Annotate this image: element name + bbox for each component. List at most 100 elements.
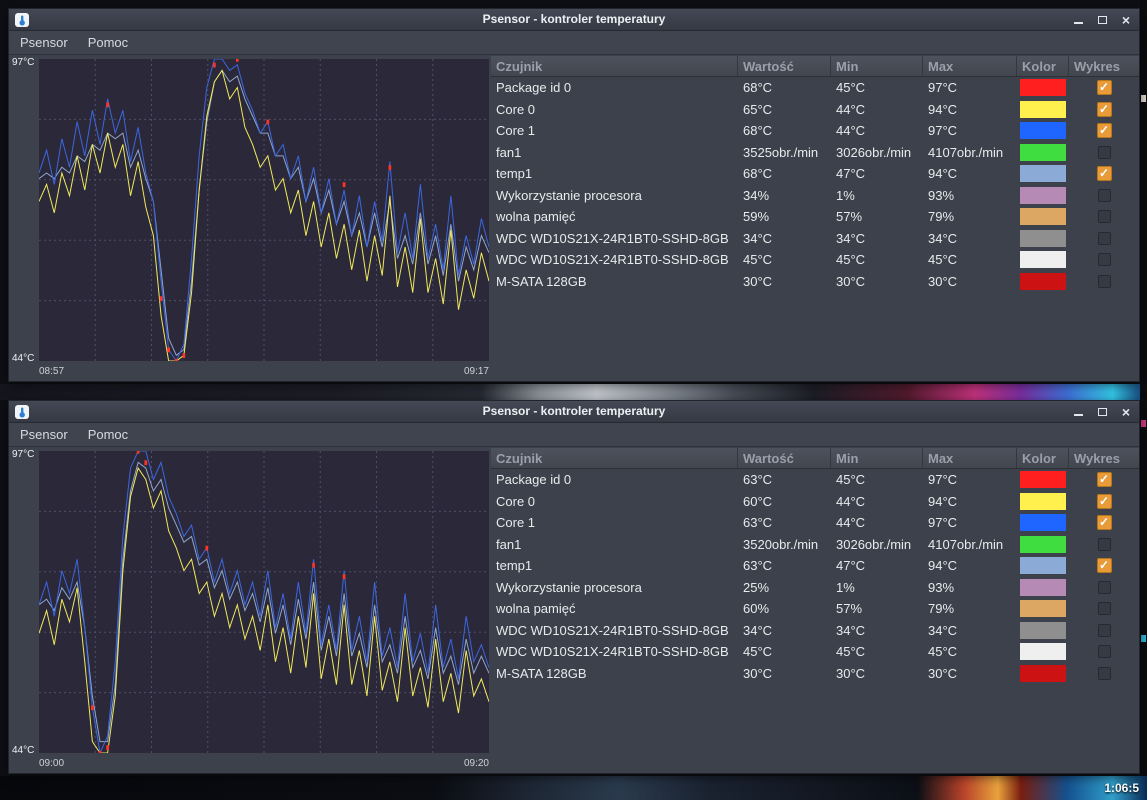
sensor-value: 60°C: [743, 493, 773, 509]
color-swatch[interactable]: [1020, 79, 1066, 97]
sensor-value: 34%: [743, 187, 770, 203]
header-max[interactable]: Max: [923, 56, 1017, 76]
header-czujnik[interactable]: Czujnik: [491, 448, 738, 468]
header-czujnik[interactable]: Czujnik: [491, 56, 738, 76]
sensor-row[interactable]: M-SATA 128GB 30°C 30°C 30°C: [491, 663, 1139, 685]
sensor-row[interactable]: Package id 0 63°C 45°C 97°C ✓: [491, 469, 1139, 491]
sensor-row[interactable]: WDC WD10S21X-24R1BT0-SSHD-8GB 34°C 34°C …: [491, 228, 1139, 250]
minimize-icon: [1073, 21, 1083, 24]
color-swatch[interactable]: [1020, 251, 1066, 269]
minimize-icon: [1073, 413, 1083, 416]
sensor-value: 63°C: [743, 515, 773, 531]
color-swatch[interactable]: [1020, 471, 1066, 489]
sensor-row[interactable]: WDC WD10S21X-24R1BT0-SSHD-8GB 34°C 34°C …: [491, 620, 1139, 642]
maximize-icon: [1097, 407, 1107, 416]
sensor-row[interactable]: Core 1 68°C 44°C 97°C ✓: [491, 120, 1139, 142]
sensor-min: 34°C: [836, 622, 866, 638]
color-swatch[interactable]: [1020, 664, 1066, 682]
menu-psensor[interactable]: Psensor: [20, 35, 68, 50]
sensor-row[interactable]: wolna pamięć 60% 57% 79%: [491, 598, 1139, 620]
sensor-row[interactable]: temp1 63°C 47°C 94°C ✓: [491, 555, 1139, 577]
header-min[interactable]: Min: [831, 448, 923, 468]
close-button[interactable]: ×: [1122, 13, 1130, 27]
color-swatch[interactable]: [1020, 643, 1066, 661]
chart-checkbox[interactable]: [1097, 537, 1111, 551]
sensor-row[interactable]: Package id 0 68°C 45°C 97°C ✓: [491, 77, 1139, 99]
header-kolor[interactable]: Kolor: [1017, 448, 1069, 468]
chart-checkbox[interactable]: ✓: [1096, 493, 1112, 509]
chart-checkbox[interactable]: ✓: [1096, 123, 1112, 139]
color-swatch[interactable]: [1020, 208, 1066, 226]
sensor-row[interactable]: fan1 3525obr./min 3026obr./min 4107obr./…: [491, 142, 1139, 164]
sensor-row[interactable]: Wykorzystanie procesora 34% 1% 93%: [491, 185, 1139, 207]
header-wykres[interactable]: Wykres: [1069, 448, 1139, 468]
sensor-value: 25%: [743, 579, 770, 595]
header-wykres[interactable]: Wykres: [1069, 56, 1139, 76]
chart-checkbox[interactable]: [1097, 645, 1111, 659]
color-swatch[interactable]: [1020, 143, 1066, 161]
chart-checkbox[interactable]: [1097, 602, 1111, 616]
menu-pomoc[interactable]: Pomoc: [88, 35, 128, 50]
sensor-name: WDC WD10S21X-24R1BT0-SSHD-8GB: [496, 230, 729, 246]
maximize-button[interactable]: [1097, 15, 1107, 24]
chart-checkbox[interactable]: ✓: [1096, 80, 1112, 96]
sensor-row[interactable]: wolna pamięć 59% 57% 79%: [491, 206, 1139, 228]
sensor-min: 47°C: [836, 166, 866, 182]
chart-checkbox[interactable]: [1097, 253, 1111, 267]
color-swatch[interactable]: [1020, 229, 1066, 247]
header-kolor[interactable]: Kolor: [1017, 56, 1069, 76]
sensor-row[interactable]: M-SATA 128GB 30°C 30°C 30°C: [491, 271, 1139, 293]
header-max[interactable]: Max: [923, 448, 1017, 468]
chart-checkbox[interactable]: ✓: [1096, 515, 1112, 531]
sensor-row[interactable]: WDC WD10S21X-24R1BT0-SSHD-8GB 45°C 45°C …: [491, 641, 1139, 663]
minimize-button[interactable]: [1073, 408, 1083, 416]
sensor-name: temp1: [496, 558, 533, 574]
menu-pomoc[interactable]: Pomoc: [88, 427, 128, 442]
sensor-min: 57%: [836, 209, 863, 225]
sensor-row[interactable]: Core 1 63°C 44°C 97°C ✓: [491, 512, 1139, 534]
header-wartosc[interactable]: Wartość: [738, 448, 831, 468]
chart-checkbox[interactable]: [1097, 666, 1111, 680]
color-swatch[interactable]: [1020, 514, 1066, 532]
sensor-row[interactable]: Core 0 65°C 44°C 94°C ✓: [491, 99, 1139, 121]
color-swatch[interactable]: [1020, 621, 1066, 639]
close-button[interactable]: ×: [1122, 405, 1130, 419]
chart-checkbox[interactable]: ✓: [1096, 558, 1112, 574]
y-min-label: 44°C: [12, 745, 35, 756]
chart-checkbox[interactable]: [1097, 188, 1111, 202]
sensor-row[interactable]: temp1 68°C 47°C 94°C ✓: [491, 163, 1139, 185]
maximize-button[interactable]: [1097, 407, 1107, 416]
chart-checkbox[interactable]: [1097, 145, 1111, 159]
chart-checkbox[interactable]: [1097, 580, 1111, 594]
color-swatch[interactable]: [1020, 578, 1066, 596]
color-swatch[interactable]: [1020, 100, 1066, 118]
chart-checkbox[interactable]: [1097, 274, 1111, 288]
header-min[interactable]: Min: [831, 56, 923, 76]
menu-psensor[interactable]: Psensor: [20, 427, 68, 442]
color-swatch[interactable]: [1020, 557, 1066, 575]
wallpaper-fragment: [1141, 420, 1146, 427]
color-swatch[interactable]: [1020, 165, 1066, 183]
header-wartosc[interactable]: Wartość: [738, 56, 831, 76]
sensor-row[interactable]: fan1 3520obr./min 3026obr./min 4107obr./…: [491, 534, 1139, 556]
sensor-name: fan1: [496, 144, 522, 160]
color-swatch[interactable]: [1020, 122, 1066, 140]
minimize-button[interactable]: [1073, 16, 1083, 24]
titlebar[interactable]: Psensor - kontroler temperatury ×: [9, 9, 1139, 31]
sensor-row[interactable]: Core 0 60°C 44°C 94°C ✓: [491, 491, 1139, 513]
chart-checkbox[interactable]: [1097, 231, 1111, 245]
sensor-name: Core 0: [496, 493, 536, 509]
chart-checkbox[interactable]: ✓: [1096, 472, 1112, 488]
sensor-row[interactable]: Wykorzystanie procesora 25% 1% 93%: [491, 577, 1139, 599]
sensor-row[interactable]: WDC WD10S21X-24R1BT0-SSHD-8GB 45°C 45°C …: [491, 249, 1139, 271]
color-swatch[interactable]: [1020, 186, 1066, 204]
chart-checkbox[interactable]: ✓: [1096, 101, 1112, 117]
chart-checkbox[interactable]: [1097, 210, 1111, 224]
chart-checkbox[interactable]: ✓: [1096, 166, 1112, 182]
chart-checkbox[interactable]: [1097, 623, 1111, 637]
color-swatch[interactable]: [1020, 272, 1066, 290]
color-swatch[interactable]: [1020, 535, 1066, 553]
color-swatch[interactable]: [1020, 600, 1066, 618]
titlebar[interactable]: Psensor - kontroler temperatury ×: [9, 401, 1139, 423]
color-swatch[interactable]: [1020, 492, 1066, 510]
